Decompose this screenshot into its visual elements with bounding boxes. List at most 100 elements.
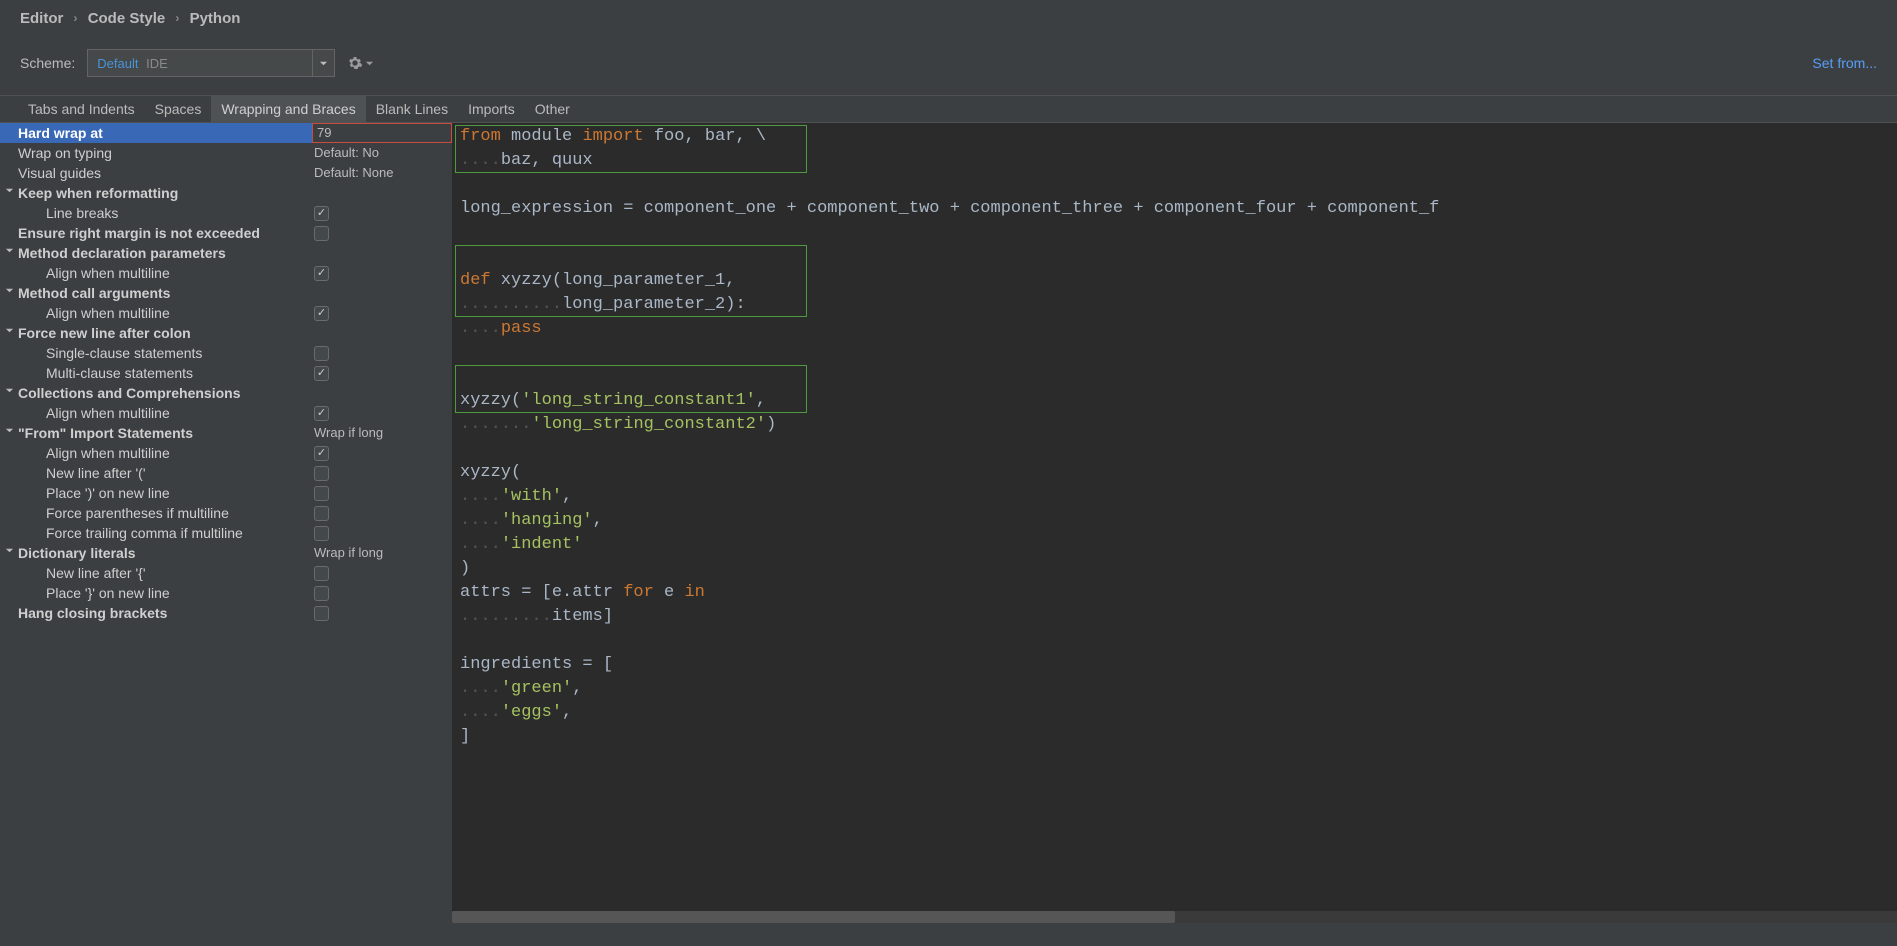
tree-label: Wrap on typing xyxy=(0,143,112,163)
chevron-down-icon[interactable] xyxy=(0,323,18,343)
tree-row[interactable]: Align when multiline xyxy=(0,303,452,323)
tree-row[interactable]: Line breaks xyxy=(0,203,452,223)
code-line: ....'with', xyxy=(452,485,1897,509)
checkbox[interactable] xyxy=(314,226,329,241)
chevron-down-icon[interactable] xyxy=(312,50,334,76)
checkbox[interactable] xyxy=(314,606,329,621)
tree-row[interactable]: Force new line after colon xyxy=(0,323,452,343)
checkbox[interactable] xyxy=(314,486,329,501)
scheme-label: Scheme: xyxy=(20,55,75,71)
chevron-right-icon: › xyxy=(175,11,179,25)
code-line: from module import foo, bar, \ xyxy=(452,125,1897,149)
tab-wrapping-and-braces[interactable]: Wrapping and Braces xyxy=(211,96,365,122)
tree-row[interactable]: Single-clause statements xyxy=(0,343,452,363)
checkbox[interactable] xyxy=(314,346,329,361)
tree-label: Force parentheses if multiline xyxy=(0,503,229,523)
tree-value xyxy=(312,306,452,321)
tree-row[interactable]: Align when multiline xyxy=(0,403,452,423)
tree-value xyxy=(312,586,452,601)
code-line: def xyzzy(long_parameter_1, xyxy=(452,269,1897,293)
code-line: ....'eggs', xyxy=(452,701,1897,725)
checkbox[interactable] xyxy=(314,566,329,581)
checkbox[interactable] xyxy=(314,266,329,281)
tree-value: Wrap if long xyxy=(312,543,452,563)
tree-row[interactable]: Place ')' on new line xyxy=(0,483,452,503)
tree-row[interactable]: New line after '(' xyxy=(0,463,452,483)
tree-row[interactable]: Force trailing comma if multiline xyxy=(0,523,452,543)
checkbox[interactable] xyxy=(314,206,329,221)
tab-blank-lines[interactable]: Blank Lines xyxy=(366,96,458,122)
code-line xyxy=(452,245,1897,269)
tab-imports[interactable]: Imports xyxy=(458,96,525,122)
chevron-down-icon[interactable] xyxy=(0,283,18,303)
tree-row[interactable]: Force parentheses if multiline xyxy=(0,503,452,523)
scheme-dropdown[interactable]: Default IDE xyxy=(87,49,335,77)
tree-row[interactable]: Hang closing brackets xyxy=(0,603,452,623)
tree-value xyxy=(312,566,452,581)
tree-label: Align when multiline xyxy=(0,443,170,463)
breadcrumb-item: Code Style xyxy=(88,10,166,27)
tab-other[interactable]: Other xyxy=(525,96,580,122)
tree-row[interactable]: Method declaration parameters xyxy=(0,243,452,263)
tree-label: Hang closing brackets xyxy=(0,603,167,623)
tree-row[interactable]: Align when multiline xyxy=(0,443,452,463)
tree-label: Line breaks xyxy=(0,203,118,223)
horizontal-scrollbar[interactable] xyxy=(452,911,1897,923)
tree-value xyxy=(312,606,452,621)
tree-label: Force new line after colon xyxy=(18,323,191,343)
chevron-down-icon[interactable] xyxy=(0,423,18,443)
breadcrumb-item: Editor xyxy=(20,10,63,27)
code-line xyxy=(452,437,1897,461)
tree-value: Default: None xyxy=(312,163,452,183)
tree-row[interactable]: Hard wrap at 79 xyxy=(0,123,452,143)
checkbox[interactable] xyxy=(314,306,329,321)
checkbox[interactable] xyxy=(314,586,329,601)
tree-row[interactable]: Keep when reformatting xyxy=(0,183,452,203)
tree-label: Force trailing comma if multiline xyxy=(0,523,243,543)
tabs: Tabs and IndentsSpacesWrapping and Brace… xyxy=(0,96,1897,123)
tree-row[interactable]: Wrap on typingDefault: No xyxy=(0,143,452,163)
tree-value xyxy=(312,506,452,521)
checkbox[interactable] xyxy=(314,466,329,481)
set-from-link[interactable]: Set from... xyxy=(1812,55,1877,71)
tree-row[interactable]: Multi-clause statements xyxy=(0,363,452,383)
scheme-row: Scheme: Default IDE Set from... xyxy=(0,37,1897,96)
tree-value xyxy=(312,406,452,421)
tab-spaces[interactable]: Spaces xyxy=(145,96,212,122)
tree-value[interactable]: 79 xyxy=(312,123,452,143)
tree-row[interactable]: Ensure right margin is not exceeded xyxy=(0,223,452,243)
checkbox[interactable] xyxy=(314,406,329,421)
tree-label: Hard wrap at xyxy=(0,123,103,143)
tree-row[interactable]: Place '}' on new line xyxy=(0,583,452,603)
tree-value xyxy=(312,526,452,541)
tree-row[interactable]: Dictionary literalsWrap if long xyxy=(0,543,452,563)
tree-value xyxy=(312,486,452,501)
tab-tabs-and-indents[interactable]: Tabs and Indents xyxy=(18,96,145,122)
checkbox[interactable] xyxy=(314,526,329,541)
chevron-down-icon[interactable] xyxy=(0,543,18,563)
code-line: .......'long_string_constant2') xyxy=(452,413,1897,437)
tree-row[interactable]: Align when multiline xyxy=(0,263,452,283)
code-preview: from module import foo, bar, \....baz, q… xyxy=(452,123,1897,923)
code-line: xyzzy( xyxy=(452,461,1897,485)
checkbox[interactable] xyxy=(314,446,329,461)
tree-row[interactable]: Collections and Comprehensions xyxy=(0,383,452,403)
tree-row[interactable]: "From" Import StatementsWrap if long xyxy=(0,423,452,443)
tree-row[interactable]: New line after '{' xyxy=(0,563,452,583)
checkbox[interactable] xyxy=(314,366,329,381)
code-line: ..........long_parameter_2): xyxy=(452,293,1897,317)
chevron-down-icon[interactable] xyxy=(0,243,18,263)
tree-row[interactable]: Visual guidesDefault: None xyxy=(0,163,452,183)
chevron-down-icon[interactable] xyxy=(0,183,18,203)
code-line: ) xyxy=(452,557,1897,581)
tree-label: Keep when reformatting xyxy=(18,183,178,203)
tree-label: Ensure right margin is not exceeded xyxy=(0,223,260,243)
code-line: ....pass xyxy=(452,317,1897,341)
tree-value xyxy=(312,366,452,381)
chevron-down-icon[interactable] xyxy=(0,383,18,403)
gear-icon[interactable] xyxy=(347,55,374,71)
checkbox[interactable] xyxy=(314,506,329,521)
code-line: ingredients = [ xyxy=(452,653,1897,677)
code-line: long_expression = component_one + compon… xyxy=(452,197,1897,221)
tree-row[interactable]: Method call arguments xyxy=(0,283,452,303)
